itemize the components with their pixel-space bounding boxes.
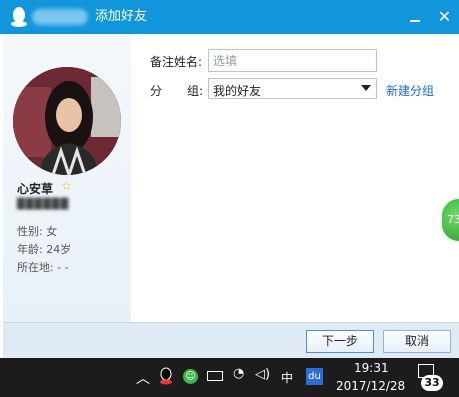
dropdown-arrow-icon: [361, 85, 371, 91]
chevron-up-icon[interactable]: ︿: [136, 368, 150, 388]
qq-number-blurred: ██████: [17, 199, 70, 210]
star-icon: ☆: [61, 179, 72, 193]
blurred-user-name: [32, 9, 88, 25]
remark-input[interactable]: [208, 49, 377, 72]
close-button[interactable]: ✕: [430, 0, 459, 34]
baidu-icon[interactable]: du: [306, 368, 323, 385]
window-title: 添加好友: [95, 9, 148, 24]
qq-penguin-icon: [11, 7, 27, 27]
profile-panel: 心安草 ☆ ██████ 性别: 女 年龄: 24岁 所在地: - -: [3, 34, 131, 322]
input-method-indicator[interactable]: 中: [281, 369, 293, 386]
new-group-link[interactable]: 新建分组: [386, 82, 434, 99]
qq-tray-icon[interactable]: [159, 367, 173, 385]
nickname: 心安草: [17, 182, 54, 196]
taskbar: ︿ ☺ ◔ ◁) 中 du 19:31 2017/12/28 33: [0, 358, 459, 397]
group-select-value: 我的好友: [213, 84, 262, 98]
battery-icon[interactable]: [207, 371, 223, 381]
title-bar: 添加好友 ✕: [0, 0, 459, 34]
volume-icon[interactable]: ◁): [255, 367, 270, 382]
group-label: 分: [150, 84, 163, 98]
cancel-button[interactable]: 取消: [383, 330, 451, 353]
floating-speed-badge[interactable]: 73: [440, 197, 459, 243]
group-label-suffix: 组:: [187, 84, 204, 98]
gender-info: 性别: 女: [17, 225, 58, 238]
avatar: [13, 67, 121, 175]
next-button[interactable]: 下一步: [306, 330, 374, 353]
minimize-button[interactable]: [400, 0, 430, 34]
group-select[interactable]: 我的好友: [208, 78, 377, 99]
age-info: 年龄: 24岁: [17, 243, 72, 256]
clock-date[interactable]: 2017/12/28: [336, 379, 405, 393]
notification-count-badge: 33: [421, 375, 443, 391]
location-info: 所在地: - -: [17, 261, 69, 274]
remark-label: 备注姓名:: [150, 55, 203, 69]
green-app-icon[interactable]: ☺: [183, 369, 198, 384]
clock-time[interactable]: 19:31: [354, 361, 389, 375]
wifi-icon[interactable]: ◔: [233, 366, 244, 381]
